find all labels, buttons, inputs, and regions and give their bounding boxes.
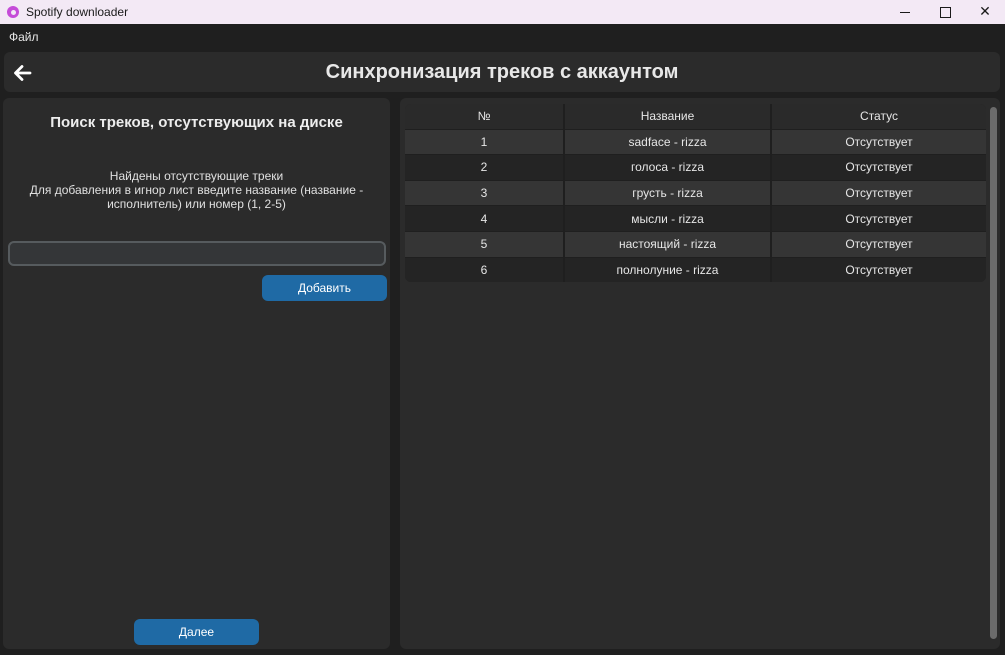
cell-status: Отсутствует xyxy=(772,129,986,155)
window-title: Spotify downloader xyxy=(26,5,129,19)
title-bar: Spotify downloader ✕ xyxy=(0,0,1005,24)
scrollbar-thumb[interactable] xyxy=(990,107,997,639)
cell-status: Отсутствует xyxy=(772,155,986,180)
table-row[interactable]: 2 голоса - rizza Отсутствует xyxy=(405,155,986,181)
cell-number: 3 xyxy=(405,180,565,206)
maximize-icon[interactable] xyxy=(925,0,965,24)
cell-status: Отсутствует xyxy=(772,206,986,231)
table-row[interactable]: 4 мысли - rizza Отсутствует xyxy=(405,206,986,232)
cell-number: 2 xyxy=(405,155,565,180)
cell-number: 4 xyxy=(405,206,565,231)
column-header-name: Название xyxy=(565,104,772,129)
table-row[interactable]: 1 sadface - rizza Отсутствует xyxy=(405,129,986,156)
table-row[interactable]: 5 настоящий - rizza Отсутствует xyxy=(405,231,986,258)
window-controls: ✕ xyxy=(885,0,1005,24)
table-row[interactable]: 3 грусть - rizza Отсутствует xyxy=(405,180,986,207)
info-line: Для добавления в игнор лист введите назв… xyxy=(29,183,364,197)
cell-name: голоса - rizza xyxy=(565,155,772,180)
next-button[interactable]: Далее xyxy=(134,619,259,645)
app-icon xyxy=(7,6,19,18)
cell-status: Отсутствует xyxy=(772,180,986,206)
cell-status: Отсутствует xyxy=(772,257,986,282)
ignore-list-input[interactable] xyxy=(8,241,386,266)
info-line: Найдены отсутствующие треки xyxy=(109,169,284,183)
info-text: Найдены отсутствующие треки Для добавлен… xyxy=(17,169,376,211)
minimize-icon[interactable] xyxy=(885,0,925,24)
add-button[interactable]: Добавить xyxy=(262,275,387,301)
cell-name: настоящий - rizza xyxy=(565,231,772,257)
close-icon[interactable]: ✕ xyxy=(965,0,1005,24)
column-header-status: Статус xyxy=(772,104,986,129)
cell-name: sadface - rizza xyxy=(565,129,772,155)
panel-title: Поиск треков, отсутствующих на диске xyxy=(50,114,343,131)
table-header: № Название Статус xyxy=(405,104,986,130)
search-panel: Поиск треков, отсутствующих на диске Най… xyxy=(3,98,390,649)
cell-status: Отсутствует xyxy=(772,231,986,257)
cell-name: грусть - rizza xyxy=(565,180,772,206)
cell-name: полнолуние - rizza xyxy=(565,257,772,282)
cell-number: 1 xyxy=(405,129,565,155)
menu-bar: Файл xyxy=(0,24,1005,50)
column-header-number: № xyxy=(405,104,565,129)
cell-number: 6 xyxy=(405,257,565,282)
cell-number: 5 xyxy=(405,231,565,257)
cell-name: мысли - rizza xyxy=(565,206,772,231)
tracks-table: № Название Статус 1 sadface - rizza Отсу… xyxy=(405,104,986,282)
tracks-panel: № Название Статус 1 sadface - rizza Отсу… xyxy=(400,98,1000,649)
info-line: исполнитель) или номер (1, 2-5) xyxy=(107,197,286,211)
page-header: Синхронизация треков с аккаунтом xyxy=(4,52,1000,92)
menu-file[interactable]: Файл xyxy=(9,30,39,44)
page-title: Синхронизация треков с аккаунтом xyxy=(325,61,679,83)
table-row[interactable]: 6 полнолуние - rizza Отсутствует xyxy=(405,257,986,282)
